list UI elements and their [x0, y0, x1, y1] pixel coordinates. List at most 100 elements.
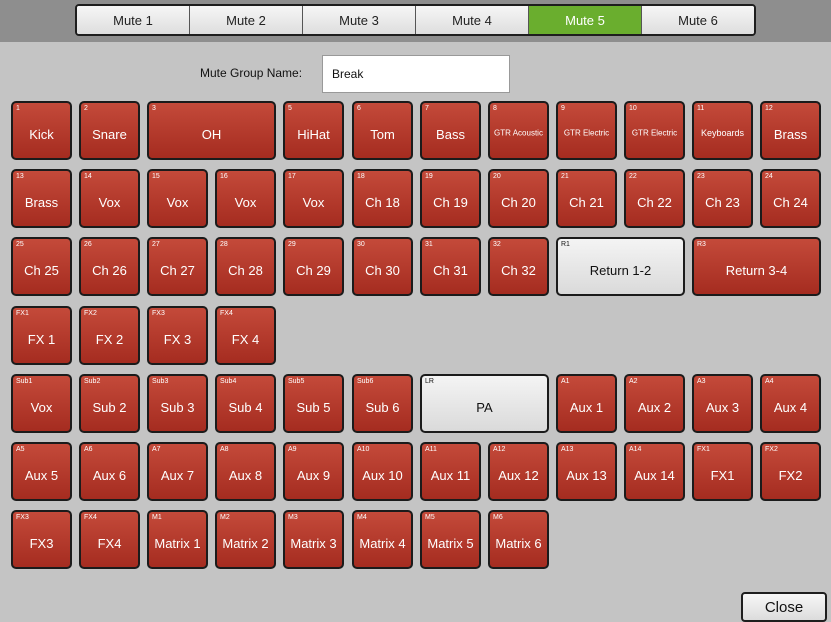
channel-mute-button[interactable]: R3 Return 3-4 [692, 237, 821, 296]
channel-mute-button[interactable]: FX1 FX 1 [11, 306, 72, 365]
mute-group-name-label: Mute Group Name: [200, 66, 303, 80]
channel-mute-button[interactable]: A9 Aux 9 [283, 442, 344, 501]
tab-mute-6[interactable]: Mute 6 [642, 6, 754, 34]
channel-mute-button[interactable]: 3 OH [147, 101, 276, 160]
close-button[interactable]: Close [741, 592, 827, 622]
channel-label: Brass [24, 194, 59, 210]
channel-mute-button[interactable]: 23 Ch 23 [692, 169, 753, 228]
channel-mute-button[interactable]: M3 Matrix 3 [283, 510, 344, 569]
tab-mute-3[interactable]: Mute 3 [303, 6, 416, 34]
channel-number: R3 [697, 241, 706, 248]
channel-mute-button[interactable]: M5 Matrix 5 [420, 510, 481, 569]
channel-mute-button[interactable]: A8 Aux 8 [215, 442, 276, 501]
channel-number: A6 [84, 446, 93, 453]
channel-number: 20 [493, 173, 501, 180]
channel-mute-button[interactable]: M1 Matrix 1 [147, 510, 208, 569]
channel-label: Aux 10 [362, 467, 403, 483]
channel-mute-button[interactable]: 29 Ch 29 [283, 237, 344, 296]
channel-mute-button[interactable]: A12 Aux 12 [488, 442, 549, 501]
channel-mute-button[interactable]: A10 Aux 10 [352, 442, 413, 501]
channel-mute-button[interactable]: 27 Ch 27 [147, 237, 208, 296]
channel-mute-button[interactable]: FX1 FX1 [692, 442, 753, 501]
channel-mute-button[interactable]: A3 Aux 3 [692, 374, 753, 433]
channel-mute-button[interactable]: Sub4 Sub 4 [215, 374, 276, 433]
channel-mute-button[interactable]: Sub6 Sub 6 [352, 374, 413, 433]
channel-mute-button[interactable]: FX2 FX2 [760, 442, 821, 501]
channel-number: A3 [697, 378, 706, 385]
tab-mute-1[interactable]: Mute 1 [77, 6, 190, 34]
channel-mute-button[interactable]: FX3 FX3 [11, 510, 72, 569]
channel-mute-button[interactable]: 5 HiHat [283, 101, 344, 160]
channel-mute-button[interactable]: A1 Aux 1 [556, 374, 617, 433]
channel-mute-button[interactable]: FX4 FX4 [79, 510, 140, 569]
tab-mute-5[interactable]: Mute 5 [529, 6, 642, 34]
channel-number: A12 [493, 446, 506, 453]
mute-group-name-input[interactable]: Break [322, 55, 510, 93]
tab-mute-2[interactable]: Mute 2 [190, 6, 303, 34]
channel-mute-button[interactable]: Sub5 Sub 5 [283, 374, 344, 433]
channel-mute-button[interactable]: Sub2 Sub 2 [79, 374, 140, 433]
channel-mute-button[interactable]: LR PA [420, 374, 549, 433]
channel-number: 1 [16, 105, 20, 112]
channel-mute-button[interactable]: 8 GTR Acoustic [488, 101, 549, 160]
channel-label: Ch 26 [92, 262, 127, 278]
channel-mute-button[interactable]: 12 Brass [760, 101, 821, 160]
channel-label: Aux 1 [569, 399, 604, 415]
channel-mute-button[interactable]: A14 Aux 14 [624, 442, 685, 501]
channel-label: GTR Electric [631, 127, 678, 137]
channel-mute-button[interactable]: 13 Brass [11, 169, 72, 228]
channel-mute-button[interactable]: FX2 FX 2 [79, 306, 140, 365]
channel-mute-button[interactable]: 28 Ch 28 [215, 237, 276, 296]
channel-mute-button[interactable]: 17 Vox [283, 169, 344, 228]
channel-mute-button[interactable]: A4 Aux 4 [760, 374, 821, 433]
channel-mute-button[interactable]: 10 GTR Electric [624, 101, 685, 160]
channel-mute-button[interactable]: 1 Kick [11, 101, 72, 160]
channel-mute-button[interactable]: 7 Bass [420, 101, 481, 160]
channel-number: Sub4 [220, 378, 237, 385]
channel-mute-button[interactable]: A13 Aux 13 [556, 442, 617, 501]
channel-number: 22 [629, 173, 637, 180]
channel-number: M3 [288, 514, 298, 521]
channel-number: 3 [152, 105, 156, 112]
channel-mute-button[interactable]: 22 Ch 22 [624, 169, 685, 228]
channel-mute-button[interactable]: Sub3 Sub 3 [147, 374, 208, 433]
channel-number: FX2 [765, 446, 778, 453]
channel-mute-button[interactable]: 11 Keyboards [692, 101, 753, 160]
channel-mute-button[interactable]: 18 Ch 18 [352, 169, 413, 228]
channel-number: M6 [493, 514, 503, 521]
channel-mute-button[interactable]: 19 Ch 19 [420, 169, 481, 228]
channel-mute-button[interactable]: A5 Aux 5 [11, 442, 72, 501]
channel-mute-button[interactable]: 2 Snare [79, 101, 140, 160]
channel-mute-button[interactable]: 15 Vox [147, 169, 208, 228]
channel-mute-button[interactable]: 6 Tom [352, 101, 413, 160]
channel-mute-button[interactable]: 31 Ch 31 [420, 237, 481, 296]
channel-mute-button[interactable]: M2 Matrix 2 [215, 510, 276, 569]
channel-mute-button[interactable]: 32 Ch 32 [488, 237, 549, 296]
channel-mute-button[interactable]: M6 Matrix 6 [488, 510, 549, 569]
channel-mute-button[interactable]: 26 Ch 26 [79, 237, 140, 296]
channel-number: 9 [561, 105, 565, 112]
channel-label: FX2 [778, 467, 803, 483]
channel-mute-button[interactable]: 9 GTR Electric [556, 101, 617, 160]
channel-mute-button[interactable]: M4 Matrix 4 [352, 510, 413, 569]
channel-mute-button[interactable]: A2 Aux 2 [624, 374, 685, 433]
channel-mute-button[interactable]: A6 Aux 6 [79, 442, 140, 501]
channel-mute-button[interactable]: A11 Aux 11 [420, 442, 481, 501]
channel-mute-button[interactable]: A7 Aux 7 [147, 442, 208, 501]
channel-label: Return 3-4 [725, 262, 788, 278]
channel-mute-button[interactable]: 20 Ch 20 [488, 169, 549, 228]
channel-mute-button[interactable]: 14 Vox [79, 169, 140, 228]
channel-mute-button[interactable]: 24 Ch 24 [760, 169, 821, 228]
tab-mute-4[interactable]: Mute 4 [416, 6, 529, 34]
channel-mute-button[interactable]: FX3 FX 3 [147, 306, 208, 365]
channel-label: Tom [370, 126, 395, 142]
channel-mute-button[interactable]: FX4 FX 4 [215, 306, 276, 365]
channel-mute-button[interactable]: 16 Vox [215, 169, 276, 228]
channel-mute-button[interactable]: Sub1 Vox [11, 374, 72, 433]
channel-mute-button[interactable]: 21 Ch 21 [556, 169, 617, 228]
channel-label: FX1 [710, 467, 735, 483]
channel-mute-button[interactable]: 30 Ch 30 [352, 237, 413, 296]
channel-mute-button[interactable]: R1 Return 1-2 [556, 237, 685, 296]
channel-number: 17 [288, 173, 296, 180]
channel-mute-button[interactable]: 25 Ch 25 [11, 237, 72, 296]
